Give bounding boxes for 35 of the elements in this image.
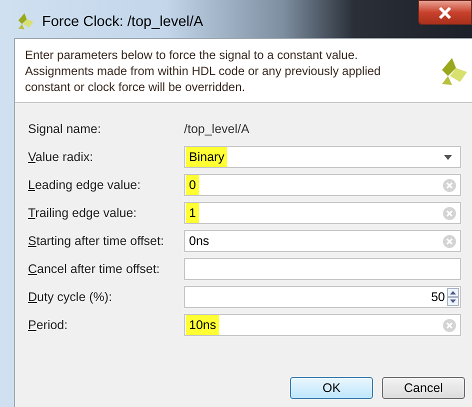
field-label: Trailing edge value: — [28, 204, 138, 222]
dropdown-caret-icon — [444, 154, 452, 160]
field-label: Cancel after time offset: — [28, 260, 161, 278]
field-value: 1 — [186, 202, 199, 224]
window-title: Force Clock: /top_level/A — [42, 13, 204, 32]
field-value: 50 — [430, 288, 446, 306]
field-label: Duty cycle (%): — [28, 288, 114, 306]
field-label: Leading edge value: — [28, 176, 142, 194]
spinner-field[interactable]: 50 — [184, 286, 461, 308]
close-icon — [438, 6, 452, 18]
field-value: 0ns — [188, 232, 210, 250]
description-text: Enter parameters below to force the signal to a constant value. Assignments made from within HDL code or any previously applied constant or clock force will be overridden. — [25, 46, 382, 94]
signal-name: /top_level/A — [184, 120, 250, 138]
field-value: 10ns — [186, 314, 220, 336]
close-button[interactable] — [418, 0, 472, 25]
radix-dropdown[interactable]: Binary — [184, 146, 461, 168]
field-value: 0 — [186, 174, 199, 196]
field-label: Value radix: — [28, 148, 94, 166]
field-label: Period: — [28, 316, 69, 334]
input-field[interactable] — [184, 258, 461, 280]
dialog-button[interactable]: Cancel — [382, 377, 465, 399]
input-field[interactable]: 10ns — [184, 314, 461, 336]
field-label: Signal name: — [28, 120, 102, 138]
input-field[interactable]: 0 — [184, 174, 461, 196]
field-label: Starting after time offset: — [28, 232, 165, 250]
field-value: Binary — [186, 146, 228, 168]
dialog-button[interactable]: OK — [290, 377, 373, 399]
clear-icon[interactable] — [443, 234, 456, 248]
spinner-arrows-icon[interactable] — [447, 288, 459, 306]
clear-icon[interactable] — [443, 206, 456, 220]
input-field[interactable]: 1 — [184, 202, 461, 224]
clear-icon[interactable] — [443, 318, 456, 332]
input-field[interactable]: 0ns — [184, 230, 461, 252]
logo-icon — [16, 12, 34, 30]
clear-icon[interactable] — [443, 178, 456, 192]
